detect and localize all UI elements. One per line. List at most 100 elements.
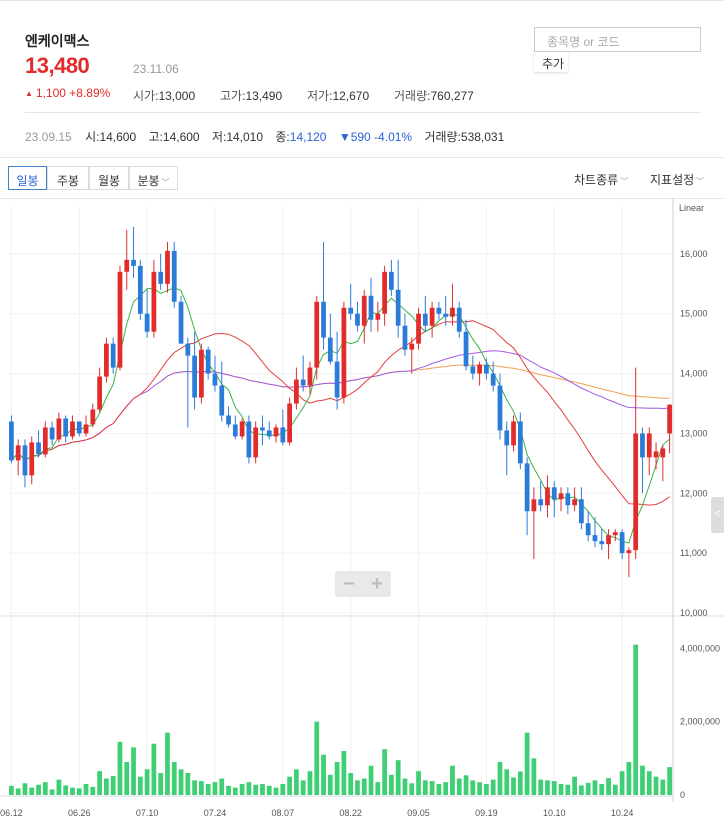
previous-high: 고:14,600 xyxy=(148,130,200,144)
volume-bar xyxy=(239,784,245,795)
previous-open: 시:14,600 xyxy=(85,130,137,144)
candle-body xyxy=(117,271,123,368)
previous-volume-label: 거래량 xyxy=(424,130,458,144)
stat-volume-value: 760,277 xyxy=(430,89,474,103)
previous-close-label: 종 xyxy=(275,130,287,144)
tab-daily[interactable]: 일봉 xyxy=(8,166,47,190)
volume-bar xyxy=(56,779,62,795)
volume-bar xyxy=(334,762,340,795)
candle-body xyxy=(280,427,286,443)
volume-bar xyxy=(558,784,564,795)
volume-bar xyxy=(599,784,605,795)
candle-body xyxy=(334,361,340,398)
x-tick-label: 10.10 xyxy=(543,808,566,818)
volume-bar xyxy=(266,785,272,795)
stat-high-label: 고가 xyxy=(220,89,243,103)
volume-bar xyxy=(409,783,415,795)
candle-body xyxy=(572,499,577,506)
volume-bar xyxy=(606,778,611,795)
volume-bar xyxy=(348,773,354,795)
volume-bar xyxy=(592,780,598,795)
volume-tick-label: 0 xyxy=(680,790,685,800)
zoom-out-button[interactable]: − xyxy=(335,572,363,596)
volume-bar xyxy=(104,778,109,795)
volume-bar xyxy=(253,784,259,795)
candle-body xyxy=(416,313,421,344)
volume-bar xyxy=(9,785,14,795)
volume-bar xyxy=(321,754,326,795)
quote-date: 23.11.06 xyxy=(133,62,179,76)
volume-bar xyxy=(171,762,177,795)
candle-body xyxy=(422,313,428,326)
indicator-settings-label: 지표설정 xyxy=(650,173,695,187)
volume-bar xyxy=(619,771,625,795)
tab-monthly[interactable]: 월봉 xyxy=(89,166,129,190)
candle-body xyxy=(165,250,170,284)
candle-body xyxy=(579,499,584,524)
candle-body xyxy=(253,427,259,458)
candle-body xyxy=(470,366,476,374)
volume-bar xyxy=(477,782,482,795)
candle-body xyxy=(395,289,401,326)
stat-low-value: 12,670 xyxy=(332,89,370,103)
candle-body xyxy=(22,445,28,476)
volume-bar xyxy=(361,778,367,795)
current-price: 13,480 xyxy=(25,53,90,78)
candle-body xyxy=(531,499,537,512)
volume-bar xyxy=(490,779,496,795)
candle-body xyxy=(232,424,238,437)
chart-toolbar: 일봉 주봉 월봉 분봉 ﹀ 차트종류 ﹀ 지표설정 ﹀ xyxy=(0,158,724,198)
candle-body xyxy=(592,535,598,542)
volume-bar xyxy=(389,774,394,795)
volume-bar xyxy=(260,784,265,795)
candle-body xyxy=(90,409,96,425)
volume-bar xyxy=(660,779,666,795)
chart-type-menu[interactable]: 차트종류 ﹀ xyxy=(574,171,628,188)
volume-bar xyxy=(42,782,48,795)
zoom-in-button[interactable]: + xyxy=(363,572,391,596)
candle-body xyxy=(517,421,523,464)
candle-body xyxy=(49,427,55,440)
volume-bar xyxy=(382,749,387,795)
candle-body xyxy=(538,499,544,506)
volume-bar xyxy=(300,780,306,795)
previous-open-label: 시 xyxy=(85,130,97,144)
candle-body xyxy=(497,385,503,431)
candle-body xyxy=(402,325,408,350)
ma60-line xyxy=(11,350,670,462)
tab-minute[interactable]: 분봉 ﹀ xyxy=(129,166,178,190)
volume-bar xyxy=(165,732,170,795)
previous-change: ▼590 -4.01% xyxy=(339,130,412,144)
candle-body xyxy=(355,313,360,326)
volume-bar xyxy=(646,771,652,795)
add-button[interactable]: 추가 xyxy=(534,52,568,72)
candle-body xyxy=(599,541,605,545)
x-tick-label: 08.22 xyxy=(339,808,362,818)
side-panel-toggle[interactable]: < xyxy=(711,497,724,533)
candle-body xyxy=(246,421,252,458)
volume-bar xyxy=(531,758,537,795)
x-tick-label: 06.26 xyxy=(68,808,91,818)
volume-bar xyxy=(443,782,449,795)
tab-weekly[interactable]: 주봉 xyxy=(47,166,89,190)
price-change: ▲ 1,100 +8.89% xyxy=(25,86,110,100)
stock-chart[interactable]: 16,000 15,000 14,000 13,000 12,000 11,000 10,0… xyxy=(0,199,724,825)
candle-body xyxy=(612,532,618,536)
search-input[interactable]: 종목명 or 코드 xyxy=(534,27,701,52)
indicator-settings-menu[interactable]: 지표설정 ﹀ xyxy=(650,171,704,188)
chevron-down-icon: ﹀ xyxy=(696,177,705,186)
volume-bar xyxy=(470,780,476,795)
divider xyxy=(25,112,701,113)
candle-body xyxy=(585,523,591,536)
volume-bar xyxy=(511,777,516,795)
volume-bar xyxy=(341,751,347,795)
volume-bar xyxy=(436,784,442,795)
candle-body xyxy=(226,415,231,425)
candle-body xyxy=(348,307,354,314)
candle-body xyxy=(361,295,367,326)
volume-bar xyxy=(422,780,428,795)
candle-body xyxy=(565,493,571,506)
stat-low: 저가:12,670 xyxy=(307,89,370,103)
volume-bar xyxy=(117,741,123,795)
x-tick-label: 07.24 xyxy=(204,808,227,818)
